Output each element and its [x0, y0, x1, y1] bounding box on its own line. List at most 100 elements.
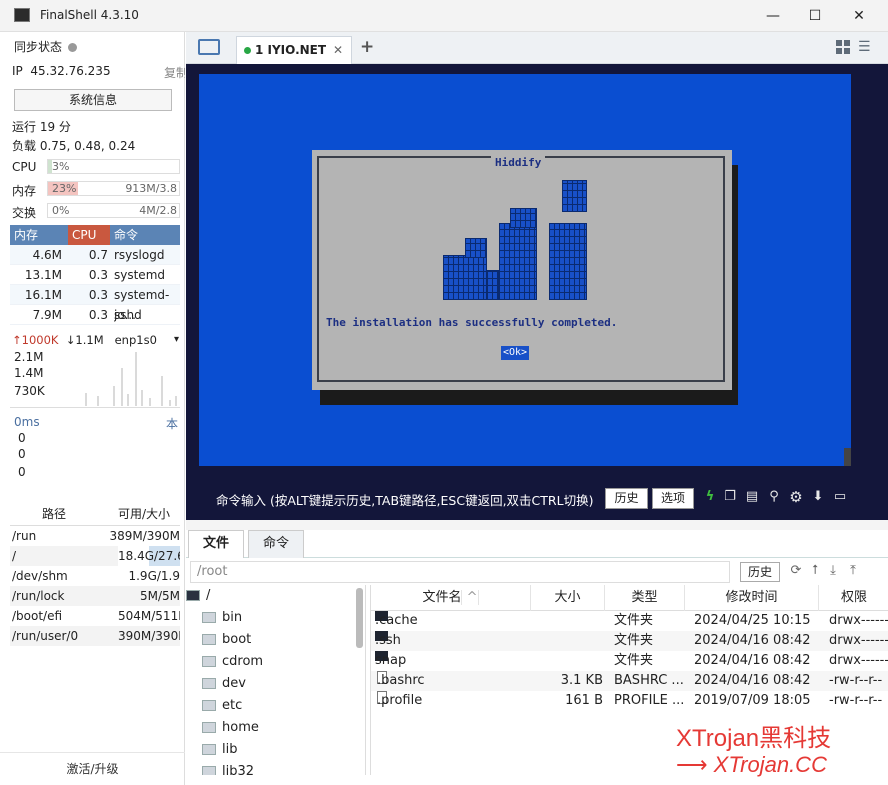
net-graph: 2.1M 1.4M 730K — [10, 348, 180, 408]
sidebar: 同步状态 IP 45.32.76.235 复制 系统信息 运行 19 分 负载 … — [0, 32, 185, 785]
logo-block — [487, 270, 499, 300]
disk-row[interactable]: /run 389M/390M — [10, 526, 180, 546]
disk-row[interactable]: /dev/shm 1.9G/1.9 — [10, 566, 180, 586]
session-tab[interactable]: 1 IYIO.NET ✕ — [236, 36, 352, 64]
connected-dot-icon — [244, 47, 251, 54]
process-table-header: 内存 CPU 命令 — [10, 225, 180, 245]
tree-item[interactable]: boot — [202, 629, 251, 651]
tree-scrollbar[interactable] — [356, 588, 363, 648]
col-avail[interactable]: 可用/大小 — [118, 502, 170, 526]
tree-item[interactable]: home — [202, 717, 259, 739]
grid-view-icon[interactable] — [836, 40, 850, 54]
app-icon — [14, 8, 30, 22]
disk-row[interactable]: /run/lock 5M/5M — [10, 586, 180, 606]
latency-value: 0 — [18, 465, 26, 479]
maximize-button[interactable]: ☐ — [792, 0, 838, 32]
col-cpu[interactable]: CPU — [68, 225, 110, 245]
tree-item-root[interactable]: / — [186, 585, 210, 607]
file-row[interactable]: .bashrc 3.1 KB BASHRC ... 2024/04/16 08:… — [371, 671, 888, 691]
close-button[interactable]: ✕ — [836, 0, 882, 32]
watermark-url: ⟶ XTrojan.CC — [676, 752, 827, 777]
latency-local[interactable]: 本 — [166, 415, 178, 432]
tree-item[interactable]: lib32 — [202, 761, 254, 775]
col-path[interactable]: 路径 — [42, 502, 66, 526]
drive-icon — [186, 590, 200, 601]
col-size[interactable]: 大小 — [531, 585, 605, 611]
add-tab-button[interactable]: + — [360, 37, 374, 57]
minimize-button[interactable]: — — [750, 0, 796, 32]
tree-item[interactable]: bin — [202, 607, 242, 629]
session-tabs: 1 IYIO.NET ✕ + ☰ — [186, 32, 888, 64]
iface-dropdown-icon[interactable]: ▾ — [174, 334, 179, 345]
tab-files[interactable]: 文件 — [188, 530, 245, 558]
disk-row[interactable]: /18.4G/27.6 — [10, 546, 180, 566]
file-row[interactable]: .cache 文件夹 2024/04/25 10:15 drwx------ — [371, 611, 888, 631]
copy-ip-button[interactable]: 复制 — [164, 64, 185, 81]
col-mem[interactable]: 内存 — [14, 225, 38, 245]
process-rows: 4.6M 0.7 rsyslogd 13.1M 0.3 systemd 16.1M 0.3… — [10, 245, 180, 325]
col-mtime[interactable]: 修改时间 — [685, 585, 819, 611]
folder-icon — [202, 656, 216, 667]
folder-icon — [202, 612, 216, 623]
search-icon[interactable]: ⚲ — [766, 489, 782, 505]
path-input[interactable]: /root — [190, 561, 730, 583]
folder-icon — [202, 700, 216, 711]
latency-value: 0 — [18, 447, 26, 461]
terminal-scrollbar[interactable] — [844, 448, 851, 466]
disk-row[interactable]: /run/user/0390M/390M — [10, 626, 180, 646]
disk-row[interactable]: /boot/efi504M/511M — [10, 606, 180, 626]
parent-dir-icon[interactable]: ⭡ — [808, 563, 822, 579]
maximize-panel-icon[interactable]: ▭ — [832, 489, 848, 505]
sync-dot-icon — [68, 43, 78, 52]
path-bar: /root — [186, 560, 888, 584]
latency-label: 0ms — [14, 415, 40, 429]
ok-button[interactable]: <Ok> — [501, 346, 530, 360]
process-row[interactable]: 16.1M 0.3 systemd-jo... — [10, 285, 180, 322]
file-row[interactable]: snap 文件夹 2024/04/16 08:42 drwx------ — [371, 651, 888, 671]
title-bar: FinalShell 4.3.10 — ☐ ✕ — [0, 0, 888, 32]
download-icon[interactable]: ⤓ — [826, 563, 840, 579]
arrow-down-icon[interactable]: ⬇ — [810, 489, 826, 505]
tree-item[interactable]: lib — [202, 739, 237, 761]
close-tab-icon[interactable]: ✕ — [333, 37, 343, 63]
col-cmd[interactable]: 命令 — [114, 225, 138, 245]
file-row[interactable]: .profile 161 B PROFILE ... 2019/07/09 18… — [371, 691, 888, 711]
process-row[interactable]: 7.9M 0.3 sshd — [10, 305, 180, 325]
activate-upgrade-link[interactable]: 激活/升级 — [0, 752, 185, 784]
upload-icon[interactable]: ⤒ — [846, 563, 860, 579]
lightning-icon[interactable]: ϟ — [702, 489, 718, 505]
logo-block — [499, 223, 537, 300]
tree-item[interactable]: dev — [202, 673, 246, 695]
ip-row: IP 45.32.76.235 — [12, 64, 111, 78]
list-view-icon[interactable]: ☰ — [858, 39, 871, 55]
watermark-text: XTrojan黑科技 — [676, 725, 832, 752]
command-input[interactable]: 命令输入 (按ALT键提示历史,TAB键路径,ESC键返回,双击CTRL切换) — [216, 490, 593, 509]
tab-commands[interactable]: 命令 — [248, 530, 305, 558]
gear-icon[interactable]: ⚙ — [788, 489, 804, 505]
options-button[interactable]: 选项 — [652, 488, 694, 509]
history-button[interactable]: 历史 — [605, 488, 648, 509]
latency-value: 0 — [18, 431, 26, 445]
net-level: 1.4M — [14, 366, 44, 380]
tree-item[interactable]: etc — [202, 695, 242, 717]
folder-icon — [202, 678, 216, 689]
col-type[interactable]: 类型 — [605, 585, 685, 611]
tree-item[interactable]: cdrom — [202, 651, 263, 673]
refresh-icon[interactable]: ⟳ — [789, 563, 803, 579]
copy-icon[interactable]: ❐ — [722, 489, 738, 505]
col-filename[interactable]: 文件名 ^ — [371, 585, 531, 611]
swap-label: 交换 — [12, 206, 37, 220]
file-row[interactable]: .ssh 文件夹 2024/04/16 08:42 drwx------ — [371, 631, 888, 651]
logo-block — [510, 208, 537, 228]
folder-icon[interactable] — [198, 39, 220, 55]
panel-splitter[interactable] — [186, 520, 888, 530]
process-row[interactable]: 4.6M 0.7 rsyslogd — [10, 245, 180, 265]
paste-icon[interactable]: ▤ — [744, 489, 760, 505]
path-history-button[interactable]: 历史 — [740, 562, 780, 582]
uptime: 运行 19 分 — [12, 120, 71, 134]
system-info-button[interactable]: 系统信息 — [14, 89, 172, 111]
col-perm[interactable]: 权限 — [819, 585, 888, 611]
disk-table-header: 路径 可用/大小 — [10, 502, 180, 526]
process-row[interactable]: 13.1M 0.3 systemd — [10, 265, 180, 285]
logo-block — [443, 255, 487, 300]
